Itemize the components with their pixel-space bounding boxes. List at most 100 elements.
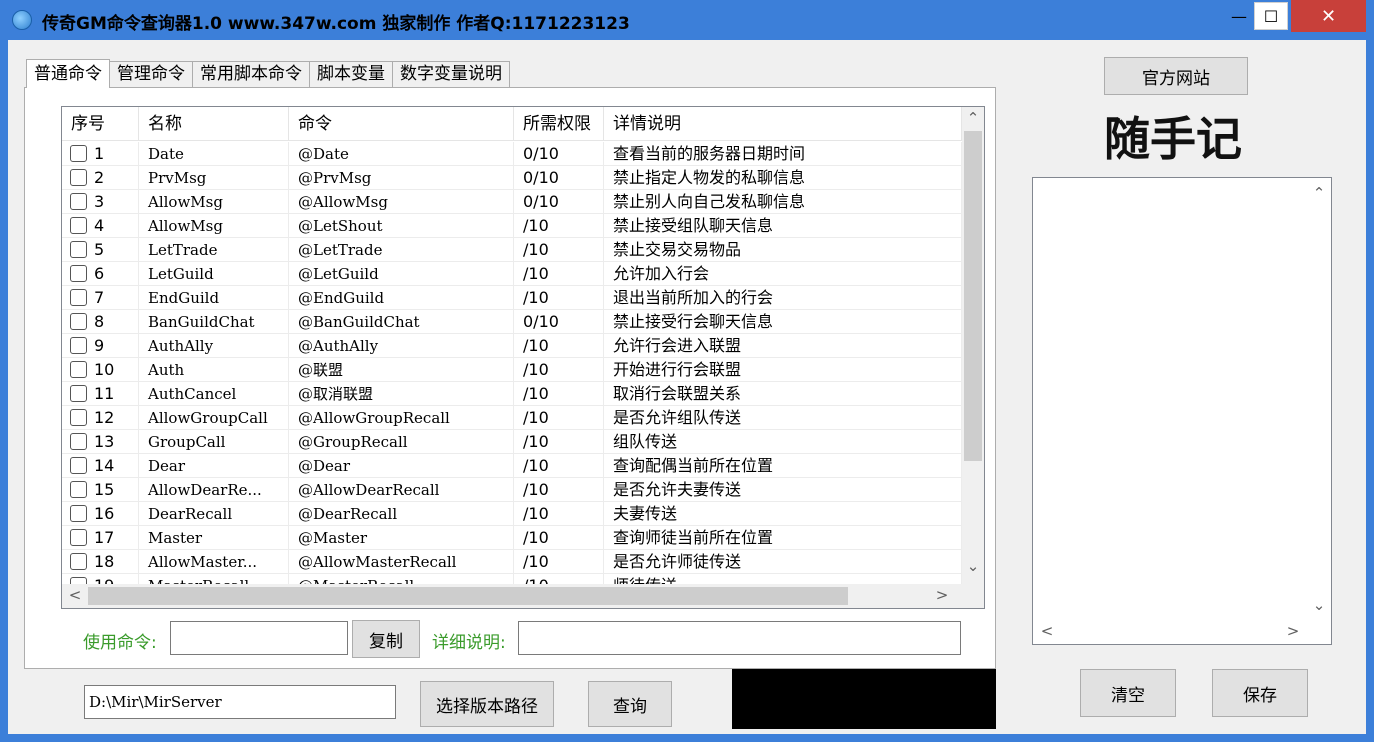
- tab-script-variables[interactable]: 脚本变量: [309, 61, 393, 87]
- tab-admin-commands[interactable]: 管理命令: [109, 61, 193, 87]
- row-index: 11: [62, 382, 139, 406]
- tab-number-variables[interactable]: 数字变量说明: [392, 61, 510, 87]
- table-row[interactable]: 5 LetTrade @LetTrade/10 禁止交易交易物品: [62, 238, 962, 262]
- official-site-button[interactable]: 官方网站: [1104, 57, 1248, 95]
- row-index-label: 15: [94, 480, 115, 499]
- table-row[interactable]: 10 Auth @联盟/10 开始进行行会联盟: [62, 358, 962, 382]
- row-permission: 0/10: [514, 166, 604, 190]
- select-path-button[interactable]: 选择版本路径: [420, 681, 554, 727]
- scroll-down-icon[interactable]: ⌄: [963, 557, 983, 575]
- table-row[interactable]: 3 AllowMsg @AllowMsg 0/10 禁止别人向自己发私聊信息: [62, 190, 962, 214]
- save-button[interactable]: 保存: [1212, 669, 1308, 717]
- query-button[interactable]: 查询: [588, 681, 672, 727]
- row-checkbox[interactable]: [70, 240, 87, 258]
- row-checkbox[interactable]: [70, 552, 87, 570]
- table-vertical-scrollbar[interactable]: ⌃ ⌄: [962, 107, 984, 585]
- row-checkbox[interactable]: [70, 216, 87, 234]
- row-index: 17: [62, 526, 139, 550]
- copy-button[interactable]: 复制: [352, 620, 420, 658]
- table-horizontal-scrollbar[interactable]: < >: [62, 584, 984, 608]
- scroll-left-icon[interactable]: <: [65, 586, 85, 604]
- row-checkbox[interactable]: [70, 336, 87, 354]
- table-row[interactable]: 16 DearRecall @DearRecall/10 夫妻传送: [62, 502, 962, 526]
- row-checkbox[interactable]: [70, 288, 87, 306]
- row-command: @PrvMsg: [289, 166, 514, 190]
- row-permission: /10: [514, 382, 604, 406]
- row-permission: 0/10: [514, 310, 604, 334]
- table-row[interactable]: 4 AllowMsg @LetShout/10 禁止接受组队聊天信息: [62, 214, 962, 238]
- row-command: @Dear: [289, 454, 514, 478]
- use-command-label: 使用命令:: [83, 633, 157, 653]
- app-icon: [12, 10, 32, 30]
- notes-scroll-down-icon[interactable]: ⌄: [1309, 596, 1329, 614]
- tab-panel: 序号 名称 命令 所需权限 详情说明 1 Date @Date 0/10 查看当前的服务…: [24, 87, 996, 669]
- row-checkbox[interactable]: [70, 192, 87, 210]
- table-row[interactable]: 1 Date @Date 0/10 查看当前的服务器日期时间: [62, 142, 962, 166]
- table-row[interactable]: 17 Master @Master/10 查询师徒当前所在位置: [62, 526, 962, 550]
- scroll-right-icon[interactable]: >: [932, 586, 952, 604]
- table-row[interactable]: 11 AuthCancel @取消联盟/10 取消行会联盟关系: [62, 382, 962, 406]
- close-button[interactable]: ✕: [1291, 0, 1366, 32]
- vertical-scroll-thumb[interactable]: [964, 131, 982, 461]
- detail-input[interactable]: [518, 621, 961, 655]
- notes-scroll-right-icon[interactable]: >: [1283, 622, 1303, 640]
- table-row[interactable]: 18 AllowMaster... @AllowMasterRecall/10 是否允…: [62, 550, 962, 574]
- title-bar[interactable]: 传奇GM命令查询器1.0 www.347w.com 独家制作 作者Q:11712…: [0, 0, 1374, 40]
- column-header-permission[interactable]: 所需权限: [514, 107, 604, 141]
- row-index-label: 4: [94, 216, 105, 235]
- row-permission: /10: [514, 262, 604, 286]
- minimize-button[interactable]: —: [1224, 0, 1254, 32]
- table-row[interactable]: 7 EndGuild @EndGuild/10 退出当前所加入的行会: [62, 286, 962, 310]
- scroll-up-icon[interactable]: ⌃: [963, 109, 983, 127]
- row-checkbox[interactable]: [70, 384, 87, 402]
- row-permission: /10: [514, 286, 604, 310]
- row-checkbox[interactable]: [70, 504, 87, 522]
- row-description: 禁止交易交易物品: [604, 238, 962, 262]
- row-permission: /10: [514, 358, 604, 382]
- table-row[interactable]: 14 Dear @Dear/10 查询配偶当前所在位置: [62, 454, 962, 478]
- table-row[interactable]: 2 PrvMsg @PrvMsg 0/10 禁止指定人物发的私聊信息: [62, 166, 962, 190]
- row-checkbox[interactable]: [70, 432, 87, 450]
- notes-scroll-left-icon[interactable]: <: [1037, 622, 1057, 640]
- column-header-command[interactable]: 命令: [289, 107, 514, 141]
- notes-scroll-up-icon[interactable]: ⌃: [1309, 184, 1329, 202]
- row-index-label: 17: [94, 528, 115, 547]
- column-header-description[interactable]: 详情说明: [604, 107, 962, 141]
- table-row[interactable]: 9 AuthAlly @AuthAlly/10 允许行会进入联盟: [62, 334, 962, 358]
- row-index: 18: [62, 550, 139, 574]
- row-checkbox[interactable]: [70, 456, 87, 474]
- row-name: AllowDearRe...: [139, 478, 289, 502]
- column-header-name[interactable]: 名称: [139, 107, 289, 141]
- server-path-input[interactable]: [84, 685, 396, 719]
- notes-textarea[interactable]: ⌃ ⌄ < >: [1032, 177, 1332, 645]
- row-name: AllowMsg: [139, 190, 289, 214]
- row-name: LetGuild: [139, 262, 289, 286]
- row-checkbox[interactable]: [70, 408, 87, 426]
- tab-normal-commands[interactable]: 普通命令: [26, 59, 110, 88]
- table-row[interactable]: 13 GroupCall @GroupRecall/10 组队传送: [62, 430, 962, 454]
- row-checkbox[interactable]: [70, 360, 87, 378]
- table-row[interactable]: 15 AllowDearRe... @AllowDearRecall/10 是否允许夫…: [62, 478, 962, 502]
- row-checkbox[interactable]: [70, 144, 87, 162]
- row-checkbox[interactable]: [70, 168, 87, 186]
- row-checkbox[interactable]: [70, 312, 87, 330]
- table-row[interactable]: 6 LetGuild @LetGuild/10 允许加入行会: [62, 262, 962, 286]
- table-row[interactable]: 12 AllowGroupCall @AllowGroupRecall/10 是否允许…: [62, 406, 962, 430]
- row-checkbox[interactable]: [70, 480, 87, 498]
- column-header-index[interactable]: 序号: [62, 107, 139, 141]
- row-index-label: 14: [94, 456, 115, 475]
- row-index: 3: [62, 190, 139, 214]
- row-checkbox[interactable]: [70, 264, 87, 282]
- row-command: @AuthAlly: [289, 334, 514, 358]
- maximize-button[interactable]: ☐: [1254, 2, 1288, 30]
- status-display: [732, 669, 996, 729]
- clear-button[interactable]: 清空: [1080, 669, 1176, 717]
- row-description: 查询配偶当前所在位置: [604, 454, 962, 478]
- row-index-label: 2: [94, 168, 105, 187]
- tab-script-commands[interactable]: 常用脚本命令: [192, 61, 310, 87]
- use-command-input[interactable]: [170, 621, 348, 655]
- horizontal-scroll-thumb[interactable]: [88, 587, 848, 605]
- row-name: AllowMaster...: [139, 550, 289, 574]
- row-checkbox[interactable]: [70, 528, 87, 546]
- table-row[interactable]: 8 BanGuildChat @BanGuildChat 0/10 禁止接受行会聊天信息: [62, 310, 962, 334]
